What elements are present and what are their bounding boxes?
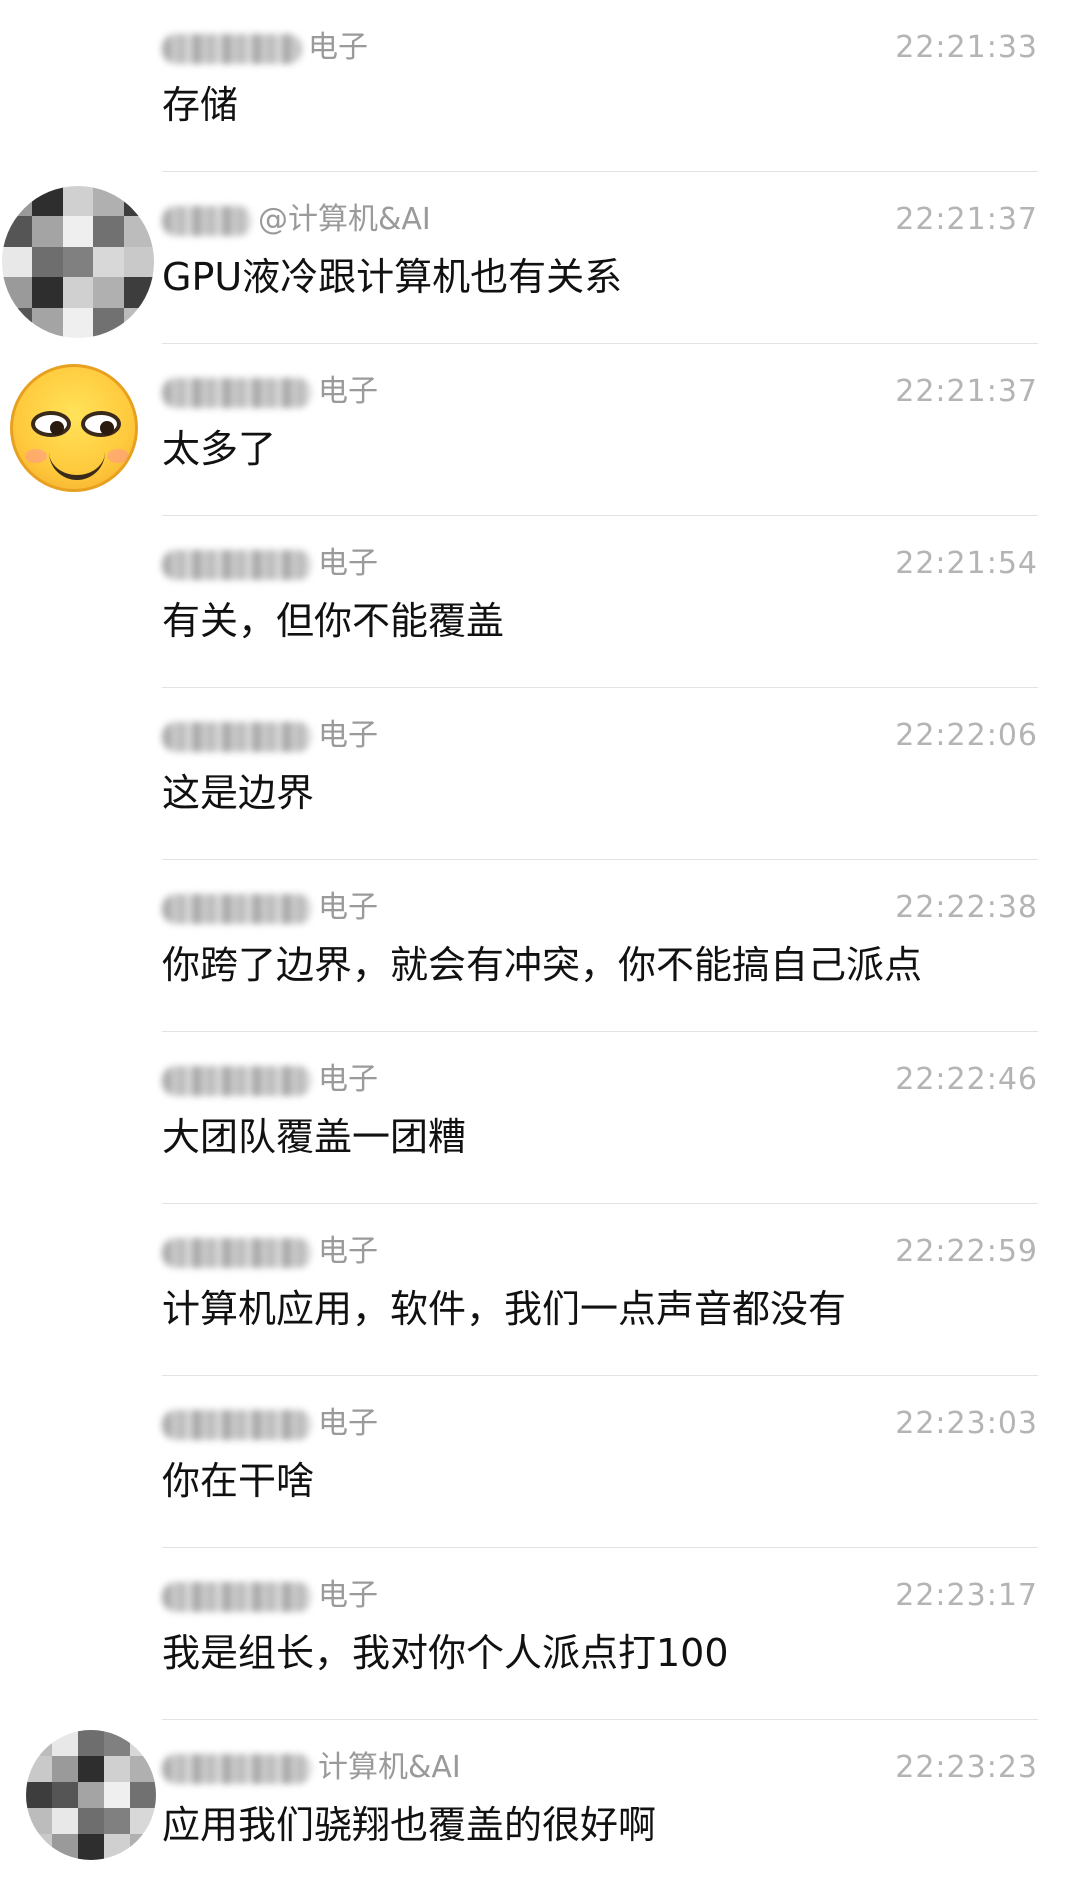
blurred-name (162, 1065, 312, 1096)
blush-icon (25, 449, 47, 463)
mosaic-tile (104, 1782, 130, 1808)
sender-name: 计算机&AI (162, 1750, 682, 1786)
chat-message[interactable]: 电子 22:21:54 有关，但你不能覆盖 (0, 516, 1080, 688)
mosaic-tile (62, 307, 94, 338)
mosaic-tile (93, 216, 124, 247)
sender-name: 电子 (162, 1234, 682, 1270)
blush-icon (107, 449, 129, 463)
blurred-name (162, 1753, 312, 1784)
blurred-name (162, 549, 312, 580)
message-text: 存储 (162, 83, 239, 127)
mosaic-tile (52, 1808, 78, 1834)
mosaic-tile (93, 277, 124, 308)
message-text: 应用我们骁翔也覆盖的很好啊 (162, 1803, 657, 1847)
chat-message[interactable]: 电子 22:22:46 大团队覆盖一团糟 (0, 1032, 1080, 1204)
message-time: 22:21:33 (895, 30, 1038, 65)
avatar[interactable] (2, 186, 154, 338)
mosaic-tile (62, 246, 94, 278)
mosaic-tile (78, 1808, 104, 1834)
smile-icon (49, 445, 105, 480)
mosaic-tile (32, 246, 63, 278)
chat-message[interactable]: 电子 22:23:03 你在干啥 (0, 1376, 1080, 1548)
blurred-name (162, 721, 312, 752)
chat-message[interactable]: 电子 22:23:17 我是组长，我对你个人派点打100 (0, 1548, 1080, 1720)
sender-name: 电子 (162, 718, 682, 754)
message-time: 22:22:06 (895, 718, 1038, 753)
message-time: 22:21:37 (895, 374, 1038, 409)
message-text: 有关，但你不能覆盖 (162, 599, 505, 643)
avatar[interactable] (10, 364, 138, 492)
blurred-name (162, 377, 312, 408)
eye-icon (31, 411, 71, 437)
sender-name: 电子 (162, 890, 682, 926)
chat-message[interactable]: 电子 22:21:33 存储 (0, 0, 1080, 172)
message-text: 我是组长，我对你个人派点打100 (162, 1631, 729, 1675)
sender-name: 电子 (162, 546, 682, 582)
sender-name: @计算机&AI (162, 202, 682, 238)
message-text: 计算机应用，软件，我们一点声音都没有 (162, 1287, 847, 1331)
message-text: 太多了 (162, 427, 277, 471)
message-time: 22:22:46 (895, 1062, 1038, 1097)
mosaic-tile (78, 1730, 104, 1756)
chat-message[interactable]: 电子 22:22:38 你跨了边界，就会有冲突，你不能搞自己派点 (0, 860, 1080, 1032)
blurred-name (162, 1409, 312, 1440)
message-time: 22:23:23 (895, 1750, 1038, 1785)
mosaic-tile (104, 1808, 130, 1834)
message-time: 22:21:54 (895, 546, 1038, 581)
mosaic-tile (26, 1782, 52, 1808)
pixelated-avatar-image (26, 1730, 156, 1860)
mosaic-tile (78, 1782, 104, 1808)
mosaic-tile (62, 277, 94, 308)
message-text: 你跨了边界，就会有冲突，你不能搞自己派点 (162, 943, 923, 987)
message-time: 22:22:59 (895, 1234, 1038, 1269)
chat-message[interactable]: 电子 22:22:06 这是边界 (0, 688, 1080, 860)
mosaic-tile (78, 1756, 104, 1782)
mosaic-tile (52, 1756, 78, 1782)
chat-message[interactable]: 计算机&AI 22:23:23 应用我们骁翔也覆盖的很好啊 (0, 1720, 1080, 1880)
message-text: GPU液冷跟计算机也有关系 (162, 255, 623, 299)
mosaic-tile (62, 216, 94, 247)
blurred-name (162, 33, 302, 64)
message-time: 22:23:03 (895, 1406, 1038, 1441)
mosaic-tile (32, 277, 63, 308)
avatar[interactable] (26, 1730, 156, 1860)
message-text: 你在干啥 (162, 1459, 315, 1503)
mosaic-tile (123, 246, 154, 278)
message-time: 22:21:37 (895, 202, 1038, 237)
sender-name: 电子 (162, 30, 682, 66)
blurred-name (162, 1237, 312, 1268)
mosaic-tile (52, 1782, 78, 1808)
sender-name: 电子 (162, 1406, 682, 1442)
message-text: 这是边界 (162, 771, 315, 815)
eye-icon (81, 411, 121, 437)
mosaic-tile (32, 216, 63, 247)
chat-message[interactable]: @计算机&AI 22:21:37 GPU液冷跟计算机也有关系 (0, 172, 1080, 344)
mosaic-tile (62, 186, 94, 217)
sender-name: 电子 (162, 1062, 682, 1098)
chat-history-screen: 电子 22:21:33 存储 @计算机&AI 22:21:37 GPU液冷跟计算… (0, 0, 1080, 1880)
mosaic-tile (104, 1756, 130, 1782)
sender-name: 电子 (162, 1578, 682, 1614)
blurred-name (162, 205, 252, 236)
mosaic-tile (93, 246, 124, 278)
message-time: 22:22:38 (895, 890, 1038, 925)
pixelated-avatar-image (2, 186, 154, 338)
mosaic-tile (130, 1782, 156, 1808)
mosaic-tile (2, 246, 33, 278)
chat-message[interactable]: 电子 22:21:37 太多了 (0, 344, 1080, 516)
blurred-name (162, 1581, 312, 1612)
message-text: 大团队覆盖一团糟 (162, 1115, 467, 1159)
sender-name: 电子 (162, 374, 682, 410)
message-time: 22:23:17 (895, 1578, 1038, 1613)
chat-message[interactable]: 电子 22:22:59 计算机应用，软件，我们一点声音都没有 (0, 1204, 1080, 1376)
mosaic-tile (78, 1834, 104, 1860)
blurred-name (162, 893, 312, 924)
